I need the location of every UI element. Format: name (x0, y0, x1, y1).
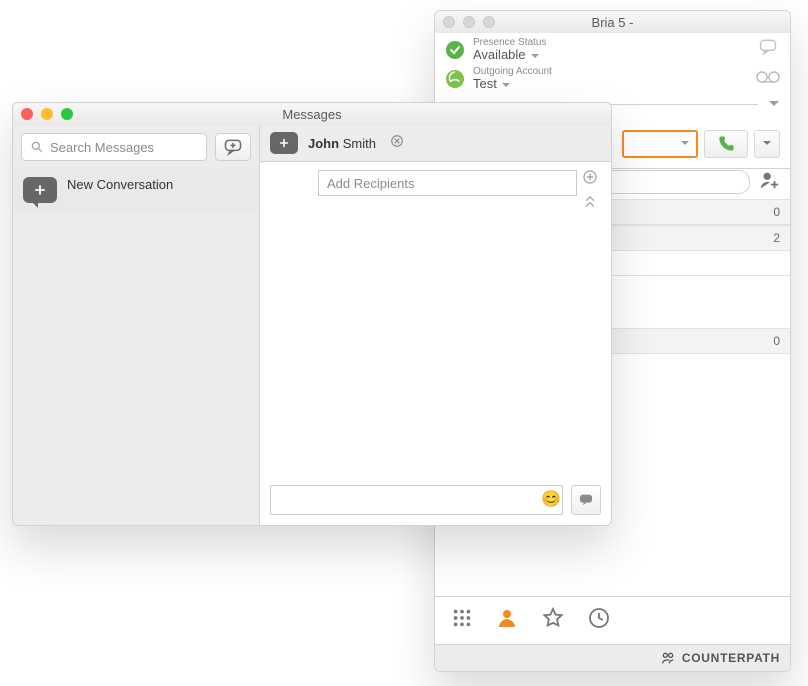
brand-footer: COUNTERPATH (435, 644, 790, 671)
call-button[interactable] (704, 130, 748, 158)
badge-count: 2 (773, 231, 780, 245)
bottom-nav (435, 596, 790, 643)
add-contact-button[interactable] (758, 169, 780, 196)
chevron-down-icon (762, 140, 772, 148)
available-status-icon (445, 40, 465, 60)
messages-sidebar: Search Messages New Conversation (13, 125, 260, 525)
search-placeholder: Search Messages (50, 140, 154, 155)
messages-titlebar[interactable]: Messages (13, 103, 611, 126)
search-icon (30, 140, 44, 154)
badge-count: 0 (773, 334, 780, 348)
counterpath-logo-icon (660, 650, 676, 666)
close-window-icon[interactable] (443, 16, 455, 28)
collapse-recipients-button[interactable] (583, 194, 597, 215)
chevron-down-icon (530, 52, 540, 60)
contact-chip[interactable]: John Smith (308, 136, 376, 151)
send-button[interactable] (571, 485, 601, 515)
minimize-window-icon[interactable] (41, 108, 53, 120)
send-icon (577, 492, 595, 508)
compose-icon (222, 137, 244, 157)
badge-count: 0 (773, 205, 780, 219)
phone-icon (716, 134, 736, 154)
call-options-dropdown[interactable] (754, 130, 780, 158)
message-input[interactable] (270, 485, 563, 515)
minimize-window-icon[interactable] (463, 16, 475, 28)
messages-main-pane: John Smith (260, 125, 611, 525)
close-window-icon[interactable] (21, 108, 33, 120)
recipients-placeholder: Add Recipients (327, 176, 414, 191)
chevron-down-icon (680, 140, 690, 148)
chevron-down-icon (501, 81, 511, 89)
expand-dropdown-icon[interactable] (768, 96, 780, 114)
emoji-picker-button[interactable]: 😊 (541, 489, 561, 509)
header-avatar-icon (270, 132, 298, 154)
favorites-tab-icon[interactable] (541, 606, 565, 635)
zoom-window-icon[interactable] (483, 16, 495, 28)
messages-window: Messages Search Messages (12, 102, 612, 526)
bria-traffic-lights[interactable] (443, 16, 495, 28)
outgoing-account-selector[interactable]: Outgoing Account Test (435, 62, 790, 91)
zoom-window-icon[interactable] (61, 108, 73, 120)
conversation-avatar-icon (23, 177, 57, 203)
bria-window-title: Bria 5 - (592, 15, 634, 30)
history-tab-icon[interactable] (587, 606, 611, 635)
brand-text: COUNTERPATH (682, 651, 780, 665)
messages-traffic-lights[interactable] (21, 108, 73, 120)
outgoing-value: Test (473, 77, 497, 91)
dial-input[interactable] (622, 130, 698, 158)
contact-first-name: John (308, 136, 339, 151)
conversation-header: John Smith (260, 125, 611, 162)
close-icon (390, 134, 404, 148)
double-chevron-up-icon (583, 194, 597, 210)
add-recipients-input[interactable]: Add Recipients (318, 170, 577, 196)
conversation-item[interactable]: New Conversation (13, 169, 259, 211)
messages-window-title: Messages (282, 107, 341, 122)
plus-circle-icon (582, 169, 598, 185)
bria-titlebar[interactable]: Bria 5 - (435, 11, 790, 34)
contacts-tab-icon[interactable] (495, 606, 519, 635)
presence-status-selector[interactable]: Presence Status Available (435, 33, 790, 62)
account-icon (445, 69, 465, 89)
contact-last-name: Smith (343, 136, 376, 151)
voicemail-icon[interactable] (756, 70, 780, 89)
presence-value: Available (473, 48, 526, 62)
remove-contact-button[interactable] (390, 134, 404, 153)
add-recipient-button[interactable] (582, 169, 598, 190)
new-message-button[interactable] (215, 133, 251, 161)
messages-icon[interactable] (757, 37, 779, 62)
search-messages-input[interactable]: Search Messages (21, 133, 207, 161)
dialpad-tab-icon[interactable] (451, 607, 473, 634)
conversation-title: New Conversation (67, 177, 173, 192)
